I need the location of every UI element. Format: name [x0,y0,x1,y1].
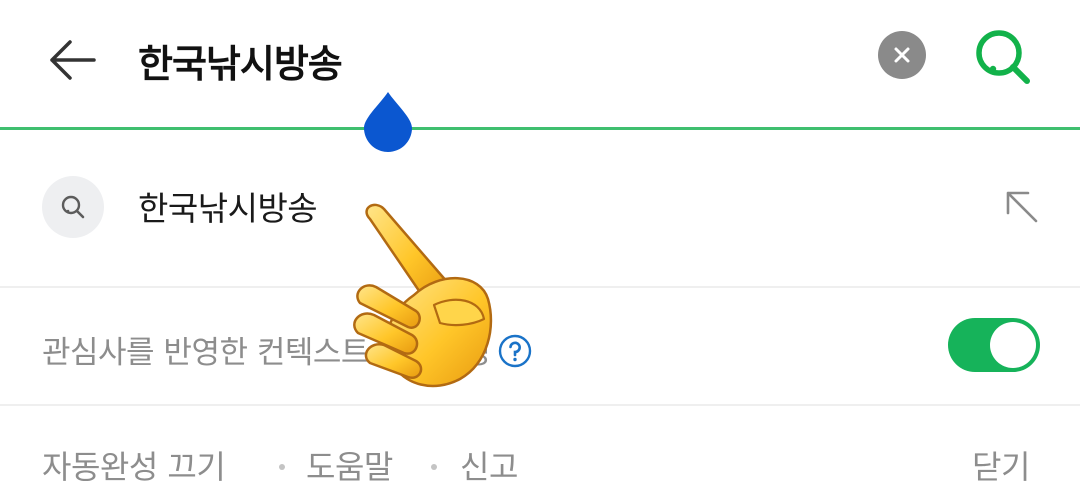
personalized-autocomplete-row: 관심사를 반영한 컨텍스트 자동완성 [0,288,1080,404]
autocomplete-off-link[interactable]: 자동완성 끄기 [42,442,226,488]
back-button[interactable] [40,30,104,90]
report-link[interactable]: 신고 [460,442,518,488]
suggestion-item[interactable]: 한국낚시방송 [0,130,1080,285]
fill-query-button[interactable] [1000,185,1044,229]
search-button[interactable] [968,22,1038,92]
arrow-up-left-icon [1006,191,1038,223]
close-icon [894,47,910,63]
search-icon [61,195,85,219]
search-icon [976,30,1030,84]
help-link[interactable]: 도움말 [306,442,393,488]
personalized-autocomplete-label: 관심사를 반영한 컨텍스트 자동완성 [42,327,532,372]
close-link[interactable]: 닫기 [972,442,1030,488]
personalized-autocomplete-toggle[interactable] [948,318,1040,372]
separator-dot [279,464,285,470]
personalized-autocomplete-text: 관심사를 반영한 컨텍스트 자동완성 [42,335,491,371]
clear-button[interactable] [878,31,926,79]
question-circle-icon[interactable] [498,334,532,368]
toggle-knob [990,322,1036,368]
suggestion-text: 한국낚시방송 [138,189,318,228]
separator-dot [431,464,437,470]
autocomplete-footer: 자동완성 끄기 도움말 신고 닫기 [0,406,1080,495]
search-input[interactable] [138,28,838,92]
arrow-left-icon [50,40,96,80]
suggestion-icon [42,176,104,238]
search-header [0,0,1080,128]
